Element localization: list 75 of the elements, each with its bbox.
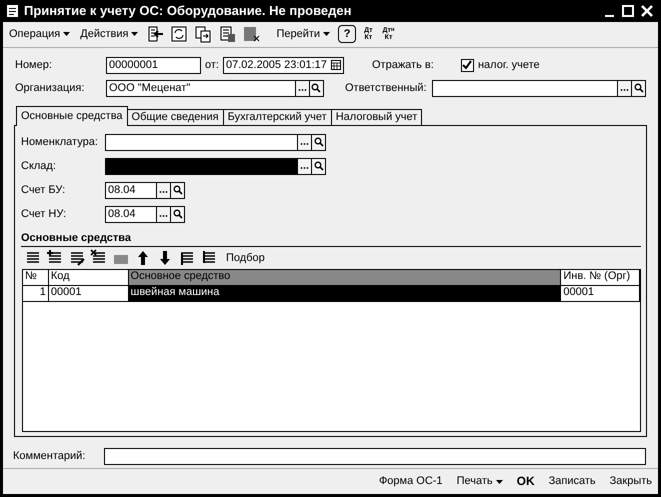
column-header[interactable]: Основное средство bbox=[128, 270, 562, 286]
search-button[interactable] bbox=[312, 134, 326, 151]
search-icon bbox=[314, 137, 324, 148]
maximize-icon[interactable] bbox=[621, 4, 635, 18]
import-icon[interactable] bbox=[146, 25, 164, 44]
table-cell: 00001 bbox=[561, 286, 640, 302]
refresh-icon[interactable] bbox=[170, 25, 188, 44]
field-label: Комментарий: bbox=[13, 450, 86, 464]
field-label: Счет НУ: bbox=[21, 208, 68, 221]
field-label: Склад: bbox=[21, 160, 57, 173]
column-header[interactable]: № bbox=[23, 270, 49, 286]
document-icon[interactable] bbox=[218, 25, 236, 44]
section-title: Основные средства bbox=[21, 232, 641, 248]
caret-icon bbox=[496, 480, 503, 484]
search-button[interactable] bbox=[171, 206, 185, 223]
search-icon bbox=[311, 83, 322, 94]
caret-icon bbox=[131, 32, 138, 36]
input-field[interactable] bbox=[432, 80, 618, 97]
table-cell: 00001 bbox=[48, 286, 129, 302]
search-button[interactable] bbox=[171, 182, 185, 199]
comment-field[interactable] bbox=[104, 448, 646, 465]
search-icon bbox=[314, 161, 324, 172]
help-button[interactable]: ? bbox=[338, 25, 356, 44]
tab[interactable]: Налоговый учет bbox=[330, 108, 422, 126]
window-title: Принятие к учету ОС: Оборудование. Не проведен bbox=[24, 3, 352, 19]
select-button[interactable] bbox=[298, 158, 312, 175]
caret-icon bbox=[63, 32, 70, 36]
tab[interactable]: Общие сведения bbox=[126, 108, 224, 126]
search-button[interactable] bbox=[312, 158, 326, 175]
tab[interactable]: Основные средства bbox=[16, 106, 128, 126]
delete-icon[interactable] bbox=[242, 25, 260, 44]
footer-button[interactable]: OK bbox=[516, 474, 535, 489]
search-button[interactable] bbox=[310, 80, 324, 97]
select-button[interactable] bbox=[157, 206, 171, 223]
menu-button[interactable]: Перейти bbox=[274, 26, 332, 42]
checkbox[interactable] bbox=[460, 58, 474, 72]
close-icon[interactable] bbox=[640, 4, 654, 18]
table-cell: 1 bbox=[23, 286, 49, 302]
footer-button[interactable]: Печать bbox=[456, 474, 503, 488]
tab[interactable]: Бухгалтерский учет bbox=[222, 108, 332, 126]
column-header[interactable]: Код bbox=[48, 270, 129, 286]
footer-button[interactable]: Записать bbox=[548, 474, 596, 488]
menu-button[interactable]: Операция bbox=[7, 26, 72, 42]
caret-icon bbox=[323, 32, 330, 36]
document-icon bbox=[6, 4, 19, 18]
field-label: Организация: bbox=[15, 82, 86, 96]
field-label: Номер: bbox=[15, 58, 53, 72]
pick-button[interactable]: Подбор bbox=[226, 252, 265, 265]
table-cell: швейная машина bbox=[128, 286, 562, 302]
select-button[interactable] bbox=[157, 182, 171, 199]
field-label: Номенклатура: bbox=[21, 136, 99, 149]
input-field[interactable]: 00000001 bbox=[106, 56, 201, 74]
search-icon bbox=[172, 209, 182, 220]
field-label: Ответственный: bbox=[344, 82, 428, 96]
footer-button[interactable]: Форма ОС-1 bbox=[378, 474, 443, 488]
select-button[interactable] bbox=[298, 134, 312, 151]
input-field[interactable]: 08.04 bbox=[105, 182, 157, 199]
input-field[interactable]: ООО "Меценат" bbox=[106, 80, 296, 97]
column-header[interactable]: Инв. № (Орг) bbox=[561, 270, 640, 286]
menu-button[interactable]: Действия bbox=[78, 26, 140, 42]
check-icon bbox=[462, 60, 472, 70]
select-button[interactable] bbox=[618, 80, 632, 97]
field-label: Счет БУ: bbox=[21, 184, 66, 197]
select-button[interactable] bbox=[296, 80, 310, 97]
input-field[interactable]: 08.04 bbox=[105, 206, 157, 223]
search-icon bbox=[172, 185, 182, 196]
search-button[interactable] bbox=[632, 80, 646, 97]
checkbox-label: налог. учете bbox=[478, 58, 540, 72]
input-field[interactable] bbox=[105, 134, 298, 151]
footer-button[interactable]: Закрыть bbox=[610, 474, 652, 488]
highlighted-field[interactable] bbox=[105, 158, 298, 175]
search-icon bbox=[634, 83, 644, 94]
field-label: Отражать в: bbox=[372, 58, 435, 72]
copy-icon[interactable] bbox=[194, 25, 212, 44]
field-label: от: bbox=[205, 58, 219, 72]
